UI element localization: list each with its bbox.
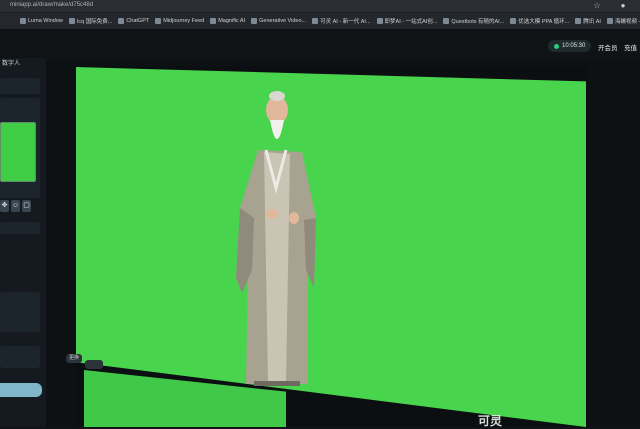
sidebar-option[interactable]: [0, 222, 40, 234]
settings-card-2: [0, 346, 40, 368]
bookmark-item[interactable]: Questbots 有随的AI...: [443, 17, 504, 25]
star-icon[interactable]: ☆: [592, 1, 602, 11]
bookmark-favicon-icon: [510, 18, 517, 24]
canvas-chip[interactable]: [85, 360, 103, 369]
replace-button[interactable]: 更换: [66, 354, 82, 363]
digital-human-figure: [236, 91, 316, 386]
bookmark-favicon-icon: [251, 18, 258, 24]
bookmark-label: Magnific AI: [218, 18, 246, 24]
bookmark-favicon-icon: [68, 18, 75, 24]
bookmark-favicon-icon: [20, 18, 26, 24]
timer-text: 10:05:30: [562, 43, 586, 49]
url-text[interactable]: miniapp.ai/draw/make/d75c48d: [10, 2, 93, 8]
bookmark-item[interactable]: Luma Window: [20, 18, 63, 24]
vip-link[interactable]: 开会员: [598, 42, 618, 52]
bookmark-item[interactable]: 可灵 AI - 新一代 AI...: [312, 17, 371, 25]
bookmark-item[interactable]: Midjourney Feed: [155, 18, 204, 24]
bookmark-label: ChatGPT: [126, 18, 150, 24]
person-icon[interactable]: ☺: [11, 200, 20, 212]
frame-icon[interactable]: ▢: [22, 200, 31, 212]
greenscreen-thumbnail[interactable]: [0, 122, 36, 182]
bookmark-label: 可灵 AI - 新一代 AI...: [320, 19, 371, 25]
bookmark-label: 优选大模 PPA 循环...: [518, 19, 570, 25]
sidebar-dropdown[interactable]: [0, 78, 40, 94]
bookmark-label: 腾讯 AI: [583, 19, 601, 25]
bookmark-favicon-icon: [575, 18, 582, 24]
bookmarks-bar: Luma Window Icq 国际免费... ChatGPT Midjourney …: [0, 13, 640, 29]
settings-card: [0, 292, 40, 332]
timer-badge[interactable]: 10:05:30: [548, 40, 592, 52]
bookmark-item[interactable]: 海螺视频 - 有什么...: [606, 17, 640, 25]
bookmark-item[interactable]: Generative Video...: [251, 18, 306, 24]
move-icon[interactable]: ✥: [0, 200, 9, 212]
bookmark-favicon-icon: [118, 18, 125, 24]
bookmark-label: 海螺视频 - 有什么...: [614, 19, 640, 25]
bookmark-item[interactable]: Magnific AI: [210, 18, 245, 24]
bookmark-favicon-icon: [443, 18, 450, 24]
profile-icon[interactable]: ●: [618, 1, 628, 11]
clock-icon: [554, 43, 559, 49]
bookmark-label: Icq 国际免费...: [76, 19, 113, 25]
bookmark-label: 即梦AI - 一站式AI创...: [384, 19, 438, 25]
bookmark-favicon-icon: [155, 18, 162, 24]
bookmark-item[interactable]: 优选大模 PPA 循环...: [510, 17, 569, 25]
sidebar-title: 数字人: [2, 61, 21, 67]
bookmark-favicon-icon: [376, 18, 383, 24]
bookmark-label: Midjourney Feed: [163, 18, 205, 24]
browser-address-bar[interactable]: miniapp.ai/draw/make/d75c48d ☆ ●: [0, 0, 640, 13]
bookmark-item[interactable]: 腾讯 AI: [575, 17, 601, 25]
recharge-link[interactable]: 充值: [624, 42, 637, 52]
generate-button[interactable]: [0, 383, 42, 397]
bookmark-item[interactable]: 即梦AI - 一站式AI创...: [376, 17, 438, 25]
app-header: [0, 30, 640, 60]
tool-icon-row: ✥ ☺ ▢: [0, 200, 31, 212]
bookmark-favicon-icon: [606, 18, 613, 24]
bookmark-label: Generative Video...: [259, 18, 307, 24]
bookmark-item[interactable]: Icq 国际免费...: [68, 17, 113, 25]
bookmark-item[interactable]: ChatGPT: [118, 18, 149, 24]
bookmark-favicon-icon: [210, 18, 217, 24]
bookmark-favicon-icon: [312, 18, 319, 24]
bookmark-label: Questbots 有随的AI...: [451, 19, 505, 25]
bookmark-label: Luma Window: [28, 18, 63, 24]
watermark-logo: 可灵: [478, 414, 503, 428]
